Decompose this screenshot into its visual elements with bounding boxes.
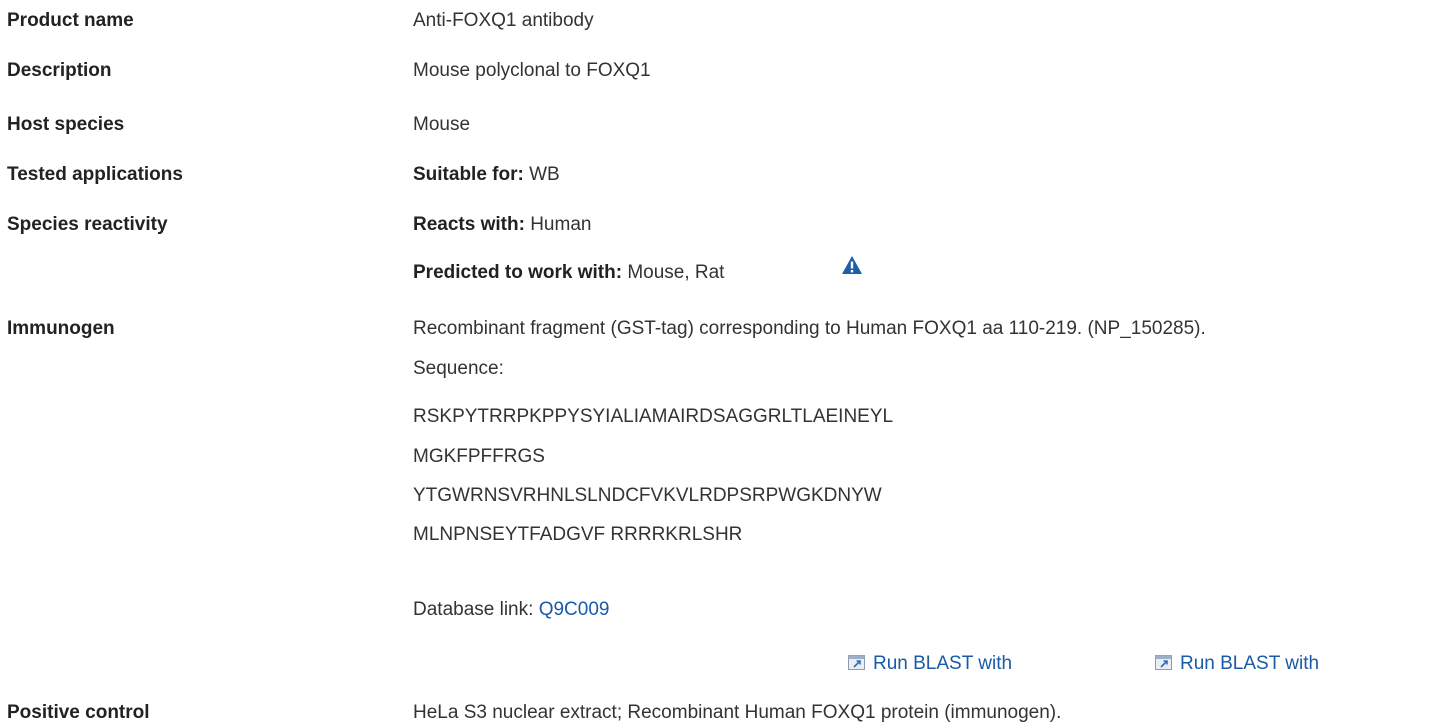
value-predicted-to-work-with: Predicted to work with: Mouse, Rat [413,262,724,284]
reacts-with-prefix: Reacts with: [413,214,525,235]
external-link-icon [848,655,865,670]
label-positive-control: Positive control [7,702,150,723]
run-blast-link-2[interactable]: Run BLAST with [1155,653,1319,675]
external-link-icon [1155,655,1172,670]
suitable-for-prefix: Suitable for: [413,164,524,185]
value-reacts-with: Reacts with: Human [413,214,591,236]
label-host-species: Host species [7,114,125,135]
sequence-line: YTGWRNSVRHNLSLNDCFVKVLRDPSRPWGKDNYW [413,485,882,506]
value-product-name: Anti-FOXQ1 antibody [413,10,594,31]
immunogen-text-line1: Recombinant fragment (GST-tag) correspon… [413,318,1206,339]
suitable-for-value: WB [529,164,560,185]
predicted-value: Mouse, Rat [627,262,725,283]
run-blast-label-1[interactable]: Run BLAST with [873,653,1012,674]
value-description: Mouse polyclonal to FOXQ1 [413,60,651,81]
run-blast-link-1[interactable]: Run BLAST with [848,653,1012,675]
label-tested-applications: Tested applications [7,164,183,185]
warning-icon[interactable] [841,255,863,275]
value-positive-control: HeLa S3 nuclear extract; Recombinant Hum… [413,702,1062,723]
database-link-q9c009[interactable]: Q9C009 [539,599,610,620]
run-blast-label-2[interactable]: Run BLAST with [1180,653,1319,674]
immunogen-text-line2: Sequence: [413,358,504,379]
value-tested-applications: Suitable for: WB [413,164,560,186]
database-link-prefix: Database link: [413,599,534,620]
value-host-species: Mouse [413,114,471,135]
sequence-line: MLNPNSEYTFADGVF RRRRKRLSHR [413,524,743,545]
sequence-line: RSKPYTRRPKPPYSYIALIAMAIRDSAGGRLTLAEINEYL [413,406,894,427]
label-immunogen: Immunogen [7,318,115,339]
label-product-name: Product name [7,10,134,31]
database-link-row: Database link: Q9C009 [413,599,609,621]
predicted-prefix: Predicted to work with: [413,262,623,283]
label-description: Description [7,60,112,81]
label-species-reactivity: Species reactivity [7,214,168,235]
sequence-line: MGKFPFFRGS [413,446,545,467]
reacts-with-value: Human [530,214,592,235]
